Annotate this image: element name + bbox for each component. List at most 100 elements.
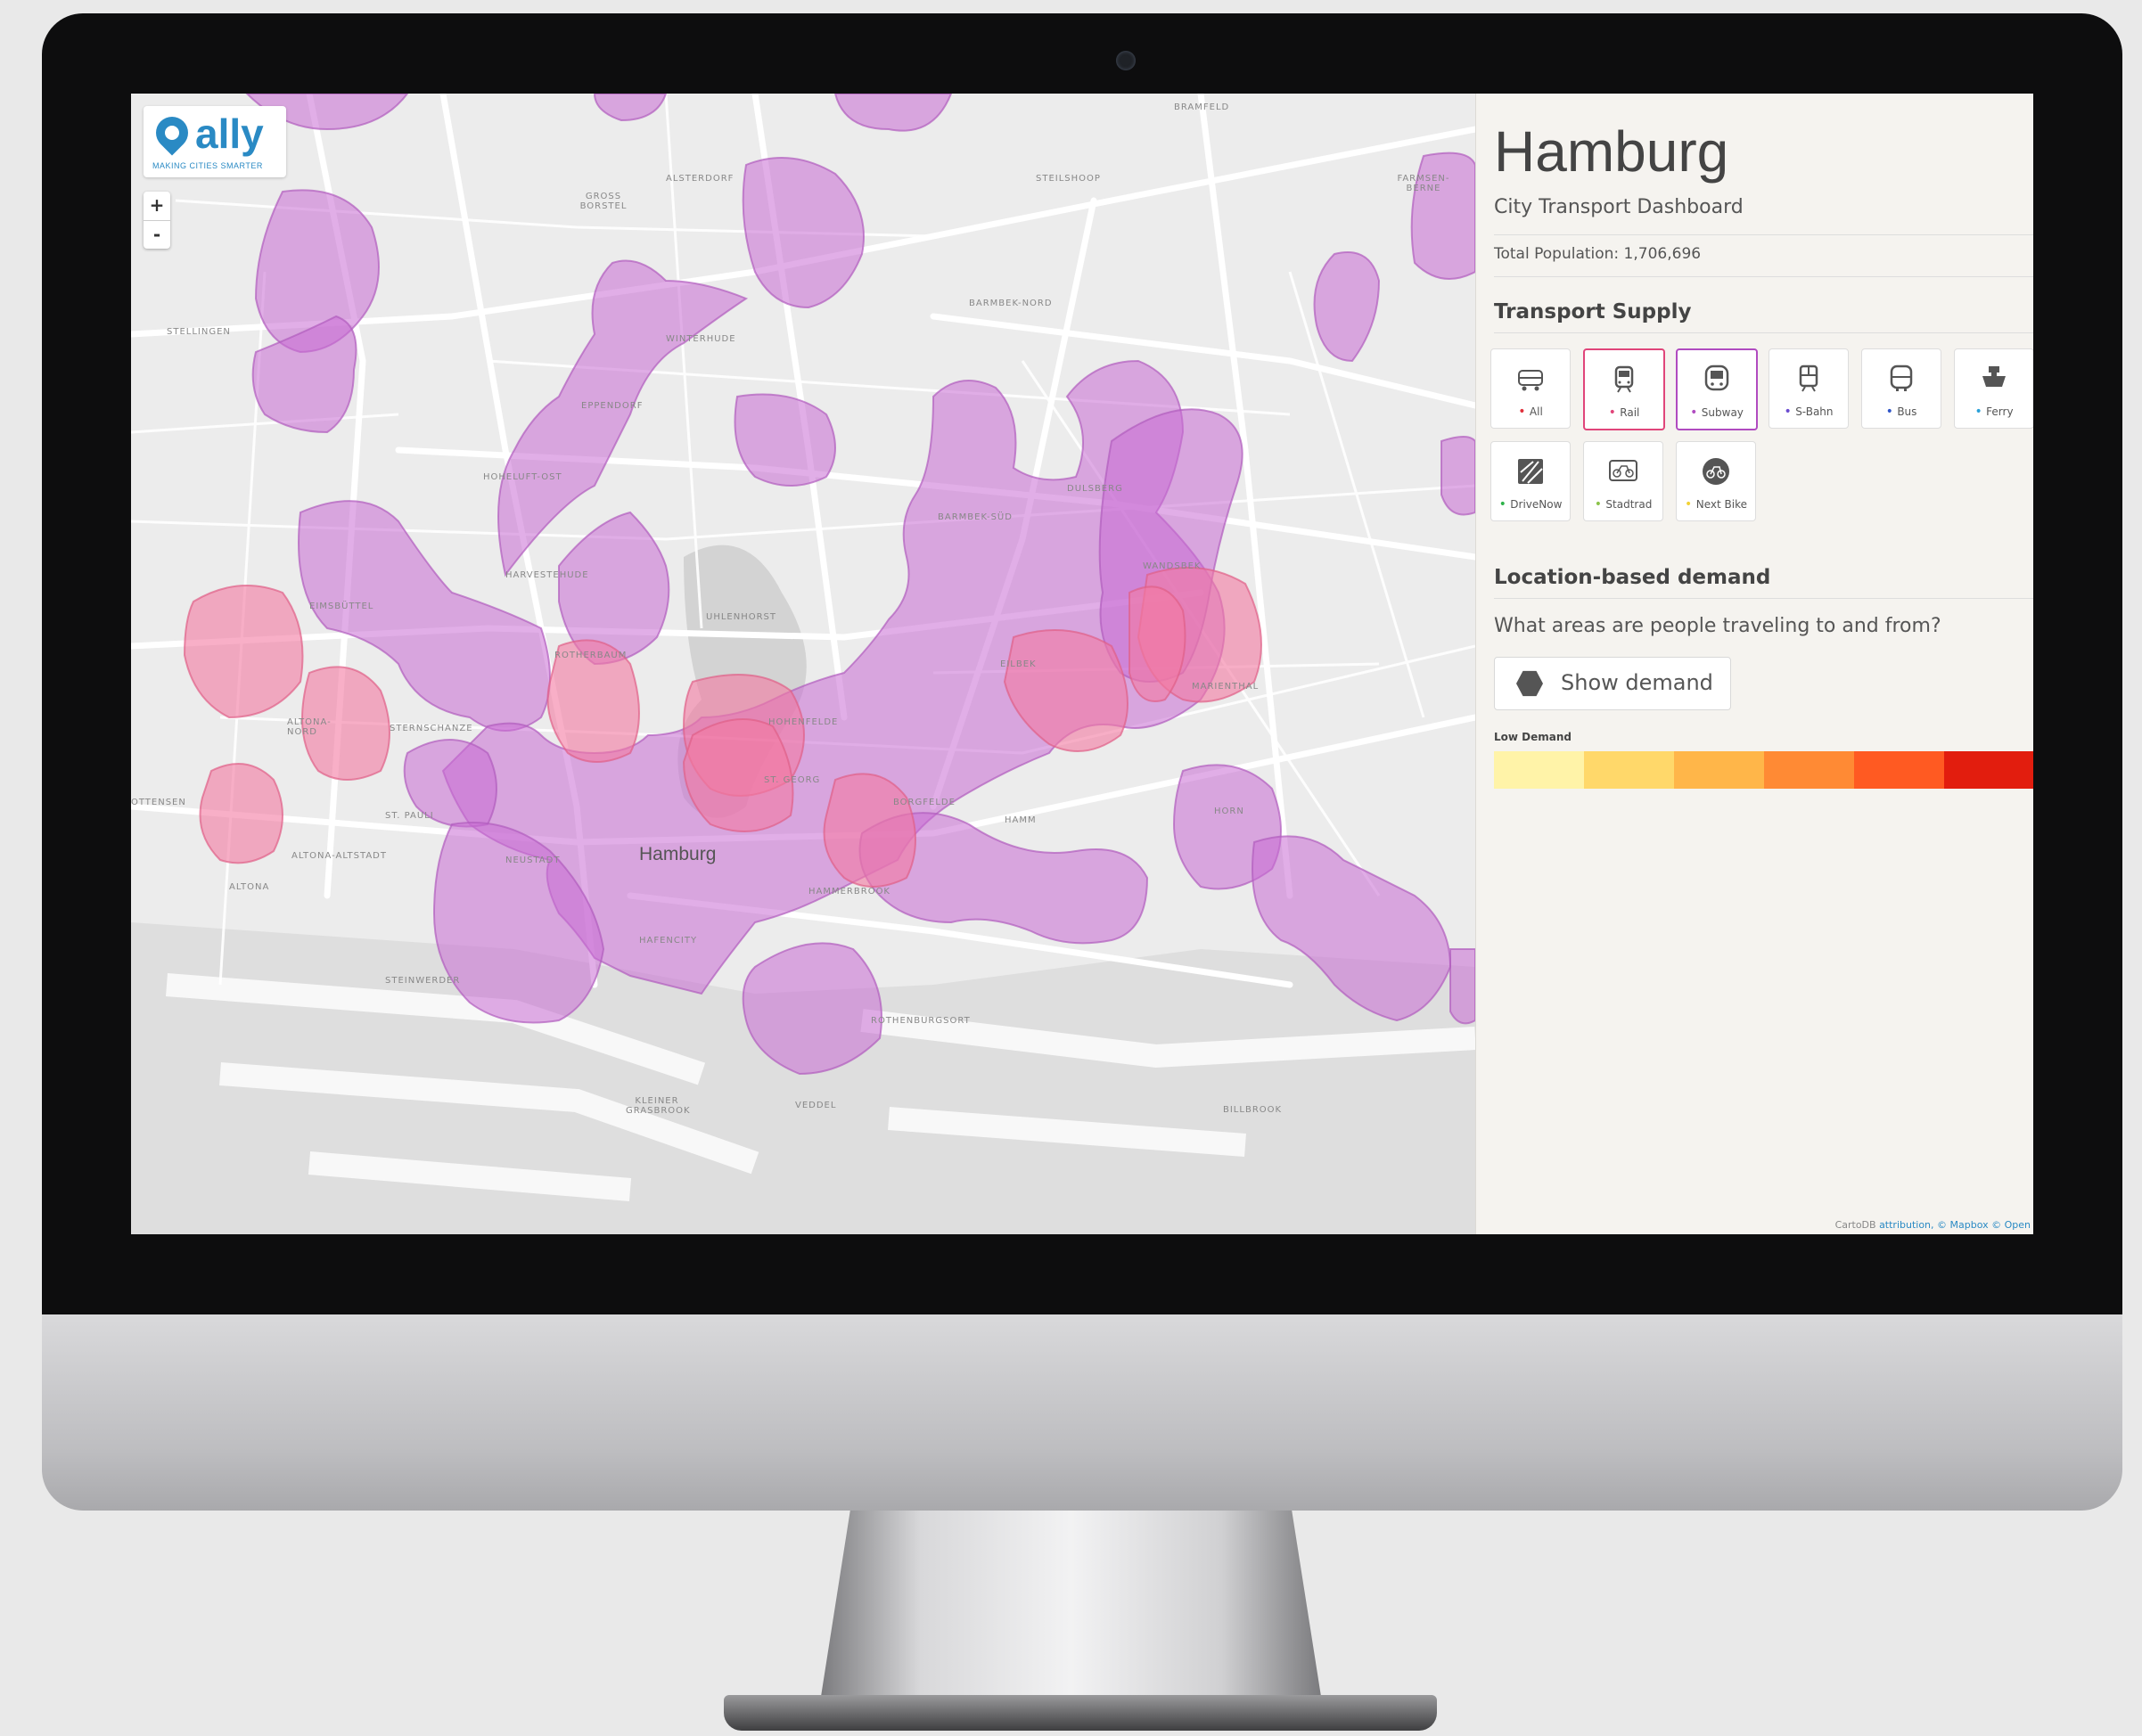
map-label: WANDSBEK [1143,561,1202,571]
map-label: HAFENCITY [639,936,698,946]
divider [1494,332,2033,333]
map-label: ROTHERBAUM [554,651,628,660]
legend-swatch [1764,751,1854,789]
side-panel: Hamburg City Transport Dashboard Total P… [1475,94,2033,1234]
map-label: FARMSEN-BERNE [1397,174,1450,193]
map-label: BILLBROOK [1223,1105,1283,1115]
map-label: ALTONA-ALTSTADT [291,851,387,861]
map-label: EIMSBÜTTEL [309,602,374,611]
sbahn-icon [1799,364,1818,392]
carsharing-icon [1518,459,1543,484]
map-label: BARMBEK-NORD [969,299,1053,308]
map-label: HAMMERBROOK [808,887,890,897]
mode-tile-stadtrad[interactable]: • Stadtrad [1583,441,1663,521]
legend-swatch [1494,751,1584,789]
mode-tile-bus[interactable]: • Bus [1861,348,1941,429]
mode-tile-drivenow[interactable]: • DriveNow [1490,441,1571,521]
bike-rack-icon [1609,460,1637,481]
map-label: OTTENSEN [131,798,186,807]
map-label: ALTONA [229,882,270,892]
map-label: VEDDEL [795,1101,837,1110]
map-label: ROTHENBURGSORT [871,1016,971,1026]
mode-tile-ferry[interactable]: • Ferry [1954,348,2033,429]
population-text: Total Population: 1,706,696 [1494,245,1702,263]
map-label: HAMM [1005,815,1037,825]
map-label: STELLINGEN [167,327,231,337]
zoom-out-button[interactable]: - [144,220,170,250]
map-label: HOHELUFT-OST [483,472,562,482]
map-label: HOHENFELDE [768,717,839,727]
divider [1494,276,2033,277]
page-subtitle: City Transport Dashboard [1494,196,1744,218]
divider [1494,598,2033,599]
show-demand-button[interactable]: Show demand [1494,657,1731,710]
legend-low-label: Low Demand [1494,731,1572,743]
all-transport-icon [1518,370,1543,391]
map-label: STEILSHOOP [1036,174,1101,184]
mode-tile-subway[interactable]: • Subway [1676,348,1758,430]
section-title-demand: Location-based demand [1494,566,1771,589]
mode-tile-nextbike[interactable]: • Next Bike [1676,441,1756,521]
mode-label: • Next Bike [1685,497,1747,512]
mode-tile-sbahn[interactable]: • S-Bahn [1769,348,1849,429]
mode-tile-rail[interactable]: • Rail [1583,348,1665,430]
map-label: NEUSTADT [505,856,561,865]
legend-swatch [1584,751,1674,789]
map-label: BARMBEK-SÜD [938,512,1013,522]
attribution-links[interactable]: attribution, © Mapbox © Open [1879,1219,2031,1231]
monitor-stand [820,1511,1322,1702]
train-icon [1614,365,1634,393]
demand-question: What areas are people traveling to and f… [1494,615,1941,637]
map-label: UHLENHORST [706,612,777,622]
camera [1116,51,1136,70]
map-label: BORGFELDE [893,798,956,807]
bike-icon [1703,458,1729,485]
map-label: ST. GEORG [764,775,821,785]
show-demand-label: Show demand [1561,670,1713,695]
map-attribution[interactable]: CartoDB attribution, © Mapbox © Open [1835,1219,2031,1231]
map[interactable]: ally MAKING CITIES SMARTER + - Hamburg S… [131,94,1475,1234]
ally-logo-icon [149,110,195,156]
map-label: STERNSCHANZE [390,724,473,733]
map-label: HORN [1214,807,1244,816]
mode-tile-all[interactable]: • All [1490,348,1571,429]
legend-swatch [1944,751,2033,789]
logo-text: ally [195,111,264,157]
monitor-chin [42,1314,2122,1511]
subway-icon [1704,364,1729,391]
map-label: ALTONA-NORD [287,717,332,737]
screen: ally MAKING CITIES SMARTER + - Hamburg S… [131,94,2033,1234]
legend-swatch [1674,751,1764,789]
map-label: KLEINER GRASBROOK [626,1096,691,1116]
mode-label: • Stadtrad [1594,497,1653,512]
map-label: ST. PAULI [385,811,434,821]
map-city-label: Hamburg [639,844,717,864]
zoom-in-button[interactable]: + [144,192,170,220]
map-label: HARVESTEHUDE [505,570,589,580]
mode-label: • S-Bahn [1784,405,1834,419]
map-label: EILBEK [1000,659,1037,669]
hexagon-icon [1516,670,1543,697]
map-label: EPPENDORF [581,401,644,411]
map-label: ALSTERDORF [666,174,735,184]
zoom-control: + - [144,192,170,249]
section-title-supply: Transport Supply [1494,300,1692,323]
page-title: Hamburg [1494,119,1729,184]
map-label: DULSBERG [1067,484,1123,494]
demand-legend [1494,751,2033,789]
monitor-foot [724,1695,1437,1731]
mode-label: • Subway [1690,405,1744,420]
logo[interactable]: ally MAKING CITIES SMARTER [144,106,286,177]
bus-icon [1890,364,1913,391]
attribution-prefix: CartoDB [1834,1219,1880,1231]
legend-swatch [1854,751,1944,789]
map-label: BRAMFELD [1174,102,1230,112]
map-canvas[interactable] [131,94,1475,1234]
mode-label: • DriveNow [1498,497,1563,512]
map-label: WINTERHUDE [666,334,736,344]
map-label: STEINWERDER [385,976,461,986]
logo-tagline: MAKING CITIES SMARTER [152,161,263,170]
mode-label: • Rail [1608,405,1640,420]
map-label: GROSS BORSTEL [579,192,628,211]
mode-label: • Bus [1885,405,1917,419]
